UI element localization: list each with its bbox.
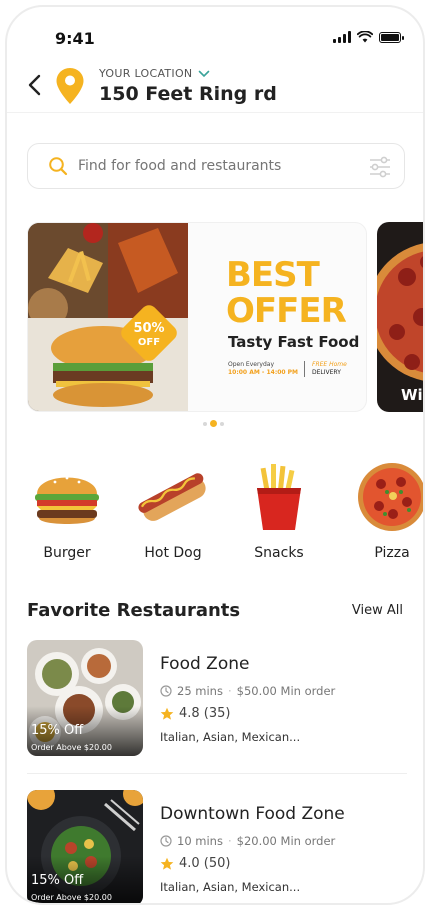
- meta-separator: ·: [227, 834, 232, 848]
- restaurant-name: Downtown Food Zone: [160, 804, 345, 824]
- chevron-down-icon: [199, 70, 210, 77]
- phone-frame: 9:41 YOUR LOCATION 150 Feet Ring rd Find…: [5, 5, 425, 905]
- hotdog-icon: [138, 473, 206, 521]
- category-label: Hot Dog: [144, 545, 202, 561]
- status-icons: [333, 31, 404, 43]
- banner-hours: Open Everyday 10:00 AM - 14:00 PM: [228, 361, 299, 376]
- restaurant-card[interactable]: 15% Off Order Above $20.00 Food Zone 25 …: [27, 640, 407, 758]
- list-divider: [27, 773, 407, 774]
- category-list: Burger Hot Dog Snacks Pizza: [7, 459, 423, 569]
- restaurant-meta: 10 mins · $20.00 Min order: [160, 834, 335, 848]
- discount-note: Order Above $20.00: [31, 743, 112, 752]
- promo-banner[interactable]: 50% OFF BEST OFFER Tasty Fast Food Open …: [27, 222, 367, 412]
- search-bar[interactable]: [27, 143, 405, 189]
- badge-percent: 50%: [133, 321, 165, 336]
- location-name[interactable]: 150 Feet Ring rd: [99, 83, 277, 105]
- wifi-icon: [357, 31, 373, 43]
- star-icon: [160, 857, 174, 870]
- restaurant-rating: 4.8 (35): [160, 706, 231, 721]
- filter-icon[interactable]: [368, 156, 392, 178]
- rating-value: 4.8 (35): [179, 706, 231, 721]
- category-label: Burger: [43, 545, 91, 561]
- discount-label: 15% Off: [31, 873, 84, 888]
- carousel-dot[interactable]: [203, 421, 207, 426]
- restaurant-rating: 4.0 (50): [160, 856, 231, 871]
- restaurant-image: 15% Off Order Above $20.00: [27, 790, 143, 903]
- min-order: $20.00 Min order: [236, 834, 336, 848]
- discount-label: 15% Off: [31, 723, 84, 738]
- restaurant-meta: 25 mins · $50.00 Min order: [160, 684, 335, 698]
- signal-icon: [333, 31, 351, 43]
- rating-value: 4.0 (50): [179, 856, 231, 871]
- favorites-title: Favorite Restaurants: [27, 600, 241, 621]
- view-all-link[interactable]: View All: [352, 603, 403, 618]
- carousel-dot[interactable]: [220, 421, 224, 426]
- category-hot-dog[interactable]: Hot Dog: [131, 459, 215, 561]
- search-input[interactable]: [78, 158, 348, 174]
- location-label[interactable]: YOUR LOCATION: [99, 67, 210, 80]
- location-pin-icon: [56, 68, 84, 104]
- category-pizza[interactable]: Pizza: [350, 459, 423, 561]
- banner-divider: [304, 361, 305, 377]
- carousel-dots: [203, 420, 224, 427]
- back-arrow-icon[interactable]: [25, 73, 45, 97]
- clock-icon: [160, 685, 172, 697]
- pizza-banner-text: Wi: [401, 386, 423, 404]
- min-order: $50.00 Min order: [236, 684, 336, 698]
- status-bar: 9:41: [7, 7, 423, 59]
- location-header: YOUR LOCATION 150 Feet Ring rd: [7, 59, 423, 113]
- clock-icon: [160, 835, 172, 847]
- banner-delivery: FREE Home DELIVERY: [312, 361, 347, 376]
- battery-icon: [379, 31, 404, 43]
- meta-separator: ·: [227, 684, 232, 698]
- status-time: 9:41: [55, 29, 95, 48]
- burger-icon: [35, 476, 99, 524]
- banner-subtitle: Tasty Fast Food: [228, 333, 360, 351]
- delivery-time: 25 mins: [177, 684, 223, 698]
- star-icon: [160, 707, 174, 720]
- category-burger[interactable]: Burger: [25, 459, 109, 561]
- restaurant-cuisine: Italian, Asian, Mexican...: [160, 880, 301, 894]
- category-label: Snacks: [254, 545, 304, 561]
- pizza-banner[interactable]: Wi: [377, 222, 423, 412]
- carousel-dot-active[interactable]: [210, 420, 217, 427]
- restaurant-name: Food Zone: [160, 654, 250, 674]
- pizza-icon: [358, 463, 423, 531]
- search-icon: [49, 157, 68, 176]
- banner-headline: BEST OFFER: [226, 255, 347, 331]
- delivery-time: 10 mins: [177, 834, 223, 848]
- restaurant-card[interactable]: 15% Off Order Above $20.00 Downtown Food…: [27, 790, 407, 903]
- discount-note: Order Above $20.00: [31, 893, 112, 902]
- fries-icon: [257, 464, 301, 530]
- restaurant-cuisine: Italian, Asian, Mexican...: [160, 730, 301, 744]
- pizza-banner-image: [377, 243, 423, 381]
- restaurant-image: 15% Off Order Above $20.00: [27, 640, 143, 756]
- category-label: Pizza: [374, 545, 410, 561]
- category-snacks[interactable]: Snacks: [237, 459, 321, 561]
- badge-off: OFF: [137, 337, 161, 348]
